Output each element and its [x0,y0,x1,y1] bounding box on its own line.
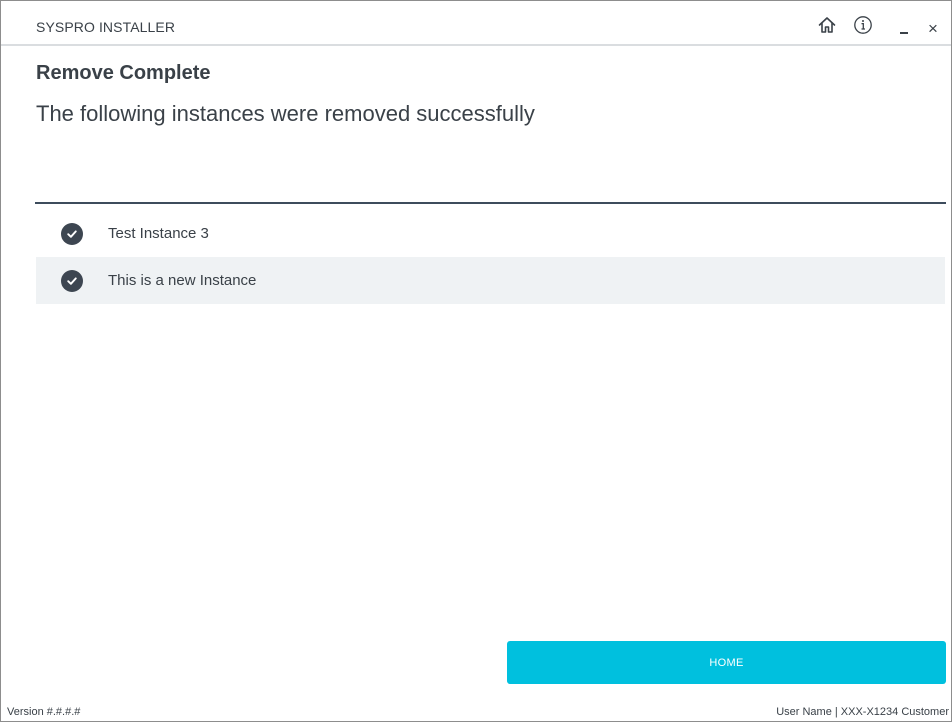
section-divider [35,202,946,204]
removed-instances-list: Test Instance 3 This is a new Instance [36,210,945,304]
list-item: This is a new Instance [36,257,945,304]
close-glyph: × [928,18,938,38]
page-title: Remove Complete [36,62,211,84]
check-circle-icon [61,269,83,292]
user-info-label: User Name | XXX-X1234 Customer [776,706,949,718]
minimize-icon[interactable] [894,19,914,39]
instance-label: Test Instance 3 [108,225,209,242]
title-bar: SYSPRO INSTALLER × [1,1,951,46]
info-icon[interactable] [853,15,873,35]
list-item: Test Instance 3 [36,210,945,257]
home-button[interactable]: HOME [507,641,946,684]
installer-window: SYSPRO INSTALLER × Remove Complete The f… [0,0,952,722]
app-title: SYSPRO INSTALLER [36,19,176,35]
close-icon[interactable]: × [923,18,943,38]
check-circle-icon [61,222,83,245]
version-label: Version #.#.#.# [7,706,81,718]
page-subtitle: The following instances were removed suc… [36,101,535,126]
home-icon[interactable] [817,15,837,35]
instance-label: This is a new Instance [108,272,257,289]
